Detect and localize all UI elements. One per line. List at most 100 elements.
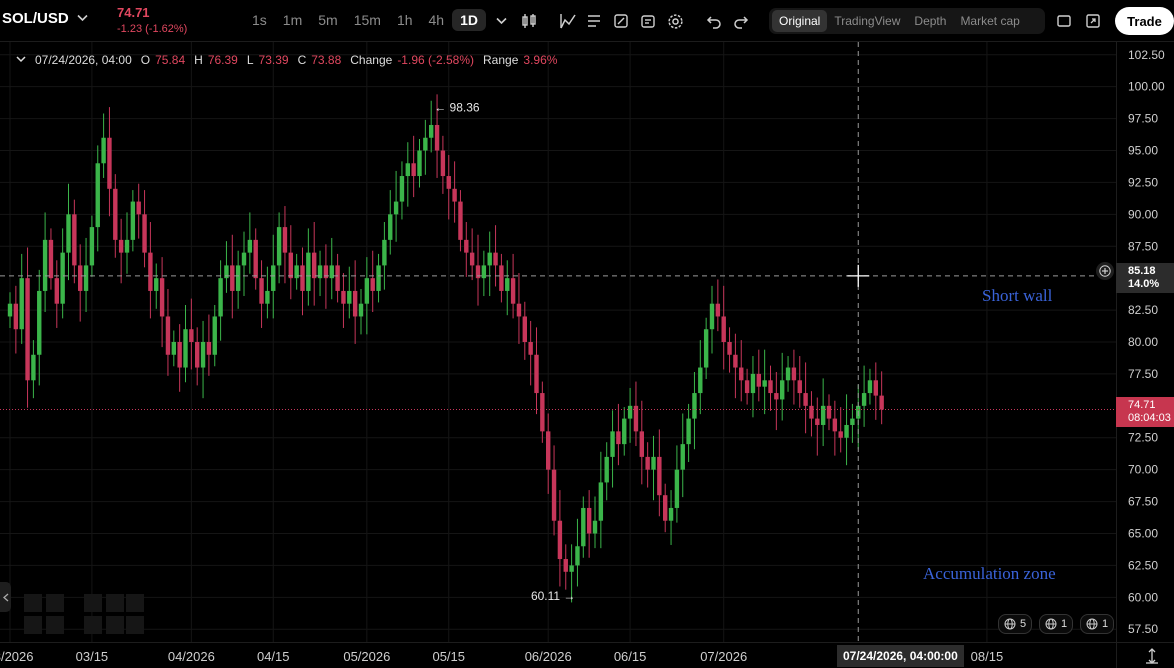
interval-dropdown-icon[interactable] bbox=[491, 11, 511, 31]
price-tick-label: 72.50 bbox=[1128, 431, 1158, 445]
scale-toggle-icon[interactable] bbox=[1143, 648, 1161, 664]
interval-4h[interactable]: 4h bbox=[421, 9, 453, 31]
badge-events-3[interactable]: 1 bbox=[1080, 614, 1114, 634]
open-value: 75.84 bbox=[155, 53, 186, 67]
candle-down bbox=[13, 303, 19, 330]
candle-up bbox=[668, 507, 674, 521]
candle-up bbox=[171, 342, 176, 355]
redo-icon[interactable] bbox=[731, 11, 751, 31]
candle-down bbox=[803, 393, 808, 406]
interval-15m[interactable]: 15m bbox=[346, 9, 389, 31]
candle-up bbox=[785, 367, 791, 381]
candle-down bbox=[551, 469, 557, 521]
candle-up bbox=[60, 252, 65, 304]
undo-icon[interactable] bbox=[704, 11, 724, 31]
tab-market-cap[interactable]: Market cap bbox=[953, 10, 1026, 32]
price-tick-label: 102.50 bbox=[1128, 48, 1165, 62]
watermark-block bbox=[106, 616, 124, 634]
symbol-selector[interactable]: SOL/USD bbox=[2, 10, 88, 27]
layout-window-icon[interactable] bbox=[1054, 11, 1074, 31]
candle-up bbox=[393, 201, 399, 215]
crosshair-time-label: 07/24/2026, 04:00:00 bbox=[837, 645, 964, 667]
interval-1h[interactable]: 1h bbox=[389, 9, 421, 31]
badge-events-1[interactable]: 5 bbox=[998, 614, 1032, 634]
candle-down bbox=[464, 239, 469, 253]
high-label: H bbox=[194, 53, 203, 67]
time-tick-label: 04/15 bbox=[257, 649, 290, 664]
candle-up bbox=[364, 278, 370, 304]
interval-1m[interactable]: 1m bbox=[275, 9, 310, 31]
candle-down bbox=[540, 393, 545, 432]
drawing-tools-icon[interactable] bbox=[611, 11, 631, 31]
annotation-short-wall[interactable]: Short wall bbox=[982, 286, 1052, 306]
top-toolbar: SOL/USD 74.71 -1.23 (-1.62%) 1s 1m 5m 15… bbox=[0, 0, 1174, 42]
templates-icon[interactable] bbox=[638, 11, 658, 31]
candle-up bbox=[235, 265, 241, 291]
trade-button[interactable]: Trade bbox=[1115, 7, 1174, 35]
tab-depth[interactable]: Depth bbox=[907, 10, 953, 32]
watermark-block bbox=[126, 616, 144, 634]
candle-down bbox=[873, 380, 878, 396]
candle-up bbox=[66, 214, 71, 253]
candle-up bbox=[575, 546, 580, 566]
candle-up bbox=[581, 507, 586, 547]
add-alert-plus-icon[interactable] bbox=[1096, 262, 1114, 280]
chart-view-tabs: Original TradingView Depth Market cap bbox=[769, 8, 1045, 34]
candle-up bbox=[388, 214, 393, 240]
tab-tradingview[interactable]: TradingView bbox=[827, 10, 907, 32]
candle-up bbox=[867, 380, 873, 394]
candle-down bbox=[815, 418, 820, 425]
low-label: L bbox=[246, 53, 254, 67]
candle-type-icon[interactable] bbox=[519, 11, 539, 31]
settings-gear-icon[interactable] bbox=[665, 11, 685, 31]
candle-up bbox=[42, 239, 48, 291]
interval-1d[interactable]: 1D bbox=[452, 9, 486, 31]
candle-down bbox=[335, 265, 340, 291]
candle-down bbox=[633, 405, 639, 432]
candle-up bbox=[405, 163, 410, 177]
candle-down bbox=[528, 342, 533, 355]
interval-5m[interactable]: 5m bbox=[310, 9, 345, 31]
candle-up bbox=[610, 431, 615, 457]
annotation-accumulation-zone[interactable]: Accumulation zone bbox=[923, 564, 1056, 584]
candle-down bbox=[522, 316, 527, 342]
candle-down bbox=[639, 431, 644, 457]
open-label: O bbox=[140, 53, 151, 67]
price-tick-label: 97.50 bbox=[1128, 112, 1158, 126]
collapse-chevron-icon[interactable] bbox=[16, 55, 26, 65]
range-value: 3.96% bbox=[523, 53, 558, 67]
scroll-left-chevron-icon[interactable] bbox=[0, 582, 11, 612]
low-marker-label: 60.11 → bbox=[531, 589, 575, 603]
candle-up bbox=[382, 239, 387, 266]
price-tick-label: 57.50 bbox=[1128, 622, 1158, 636]
candle-up bbox=[376, 265, 381, 291]
candle-up bbox=[750, 373, 756, 394]
chevron-down-icon bbox=[77, 13, 88, 25]
time-tick-label: 05/15 bbox=[432, 649, 465, 664]
candle-up bbox=[124, 239, 130, 253]
change-value: -1.96 (-2.58%) bbox=[397, 53, 475, 67]
candle-down bbox=[826, 405, 832, 419]
price-tick-label: 62.50 bbox=[1128, 558, 1158, 572]
price-tick-label: 77.50 bbox=[1128, 367, 1158, 381]
list-icon[interactable] bbox=[584, 11, 604, 31]
indicators-icon[interactable] bbox=[558, 11, 578, 31]
candle-up bbox=[19, 278, 24, 330]
close-label: C bbox=[297, 53, 307, 67]
price-tick-label: 80.00 bbox=[1128, 335, 1158, 349]
fullscreen-icon[interactable] bbox=[1083, 11, 1103, 31]
badge-events-2[interactable]: 1 bbox=[1039, 614, 1073, 634]
candle-up bbox=[101, 137, 106, 164]
candle-down bbox=[288, 252, 293, 279]
candle-down bbox=[546, 431, 551, 470]
interval-1s[interactable]: 1s bbox=[244, 9, 275, 31]
candle-down bbox=[165, 316, 171, 355]
candle-down bbox=[739, 367, 744, 381]
candle-up bbox=[218, 278, 223, 317]
watermark-block bbox=[84, 616, 102, 634]
candle-down bbox=[879, 395, 884, 410]
tab-original[interactable]: Original bbox=[772, 10, 828, 32]
candle-up bbox=[7, 303, 13, 317]
candle-up bbox=[89, 227, 95, 266]
badge-count: 5 bbox=[1019, 618, 1027, 630]
